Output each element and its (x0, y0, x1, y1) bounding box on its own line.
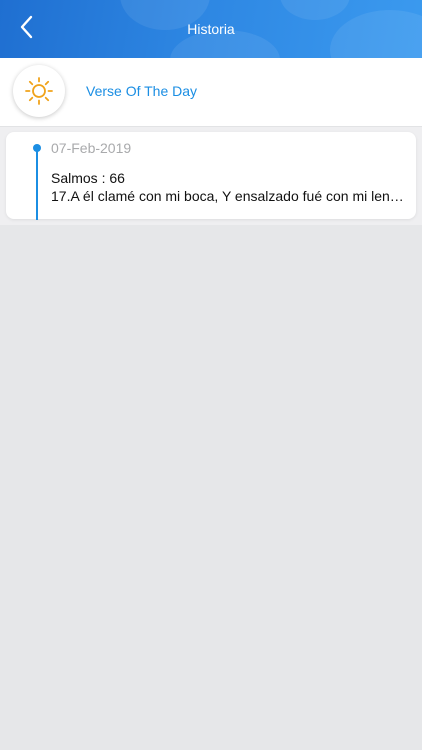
history-verse-text: 17.A él clamé con mi boca, Y ensalzado f… (51, 188, 411, 204)
header-decoration (280, 0, 350, 20)
verse-of-the-day-bar[interactable]: Verse Of The Day (0, 58, 422, 127)
page-title: Historia (187, 21, 235, 37)
header-bar: Historia (0, 0, 422, 58)
verse-of-the-day-label[interactable]: Verse Of The Day (86, 83, 197, 99)
timeline-dot (33, 144, 41, 152)
sun-icon-container[interactable] (13, 65, 65, 117)
sun-icon (25, 77, 53, 105)
timeline-line (36, 148, 38, 220)
history-date: 07-Feb-2019 (51, 140, 132, 156)
history-book-reference: Salmos : 66 (51, 170, 125, 186)
